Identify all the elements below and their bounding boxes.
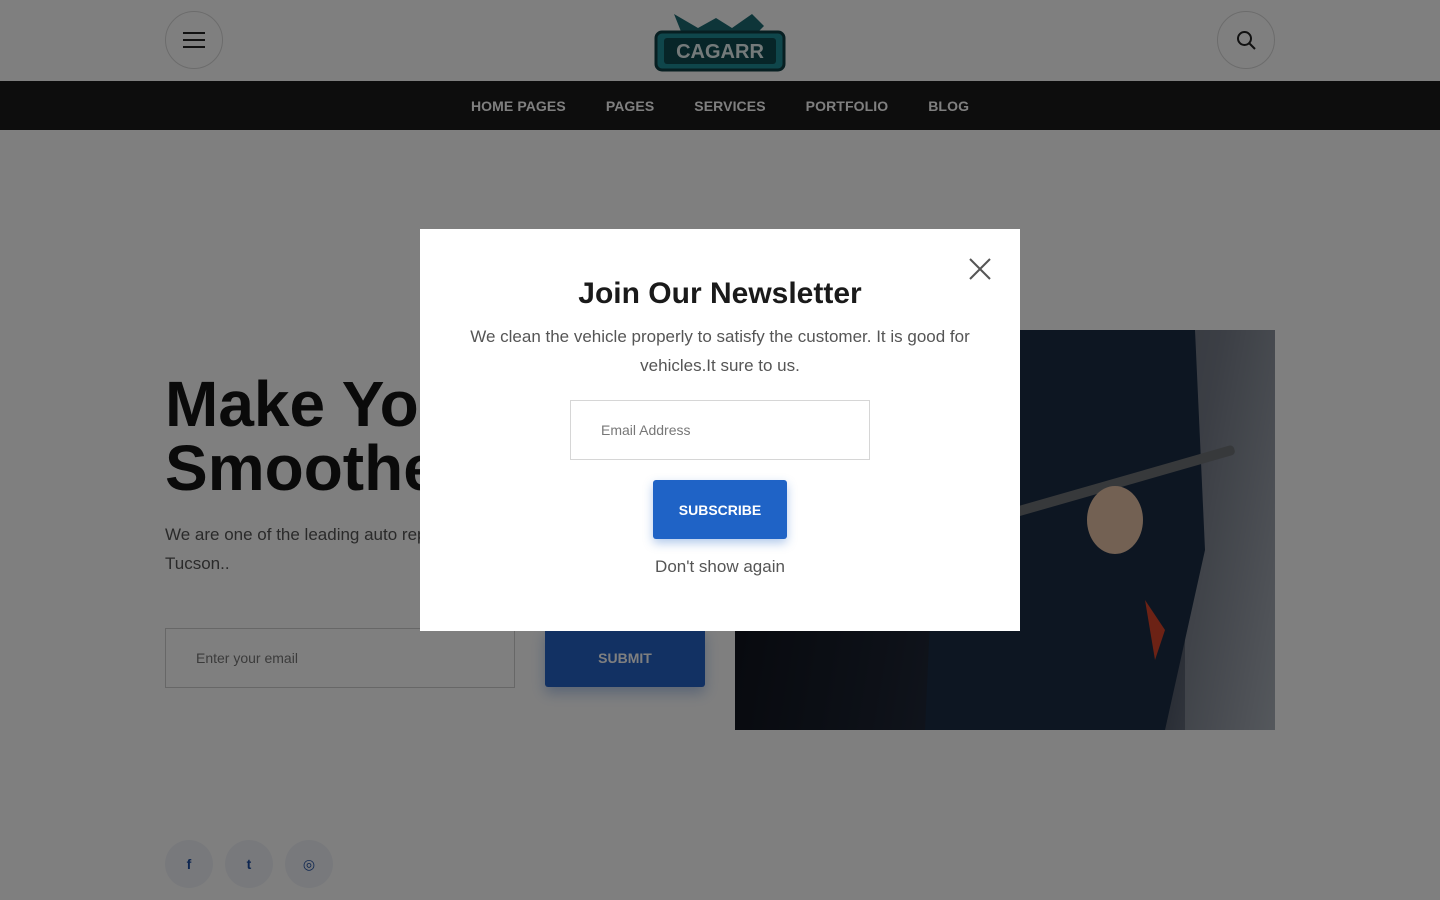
newsletter-modal: Join Our Newsletter We clean the vehicle… bbox=[420, 229, 1020, 631]
dont-show-again-link[interactable]: Don't show again bbox=[420, 557, 1020, 577]
modal-title: Join Our Newsletter bbox=[578, 277, 862, 310]
newsletter-email-input[interactable]: Email Address bbox=[570, 400, 870, 460]
modal-description: We clean the vehicle properly to satisfy… bbox=[470, 327, 970, 375]
subscribe-button[interactable]: SUBSCRIBE bbox=[653, 480, 787, 539]
